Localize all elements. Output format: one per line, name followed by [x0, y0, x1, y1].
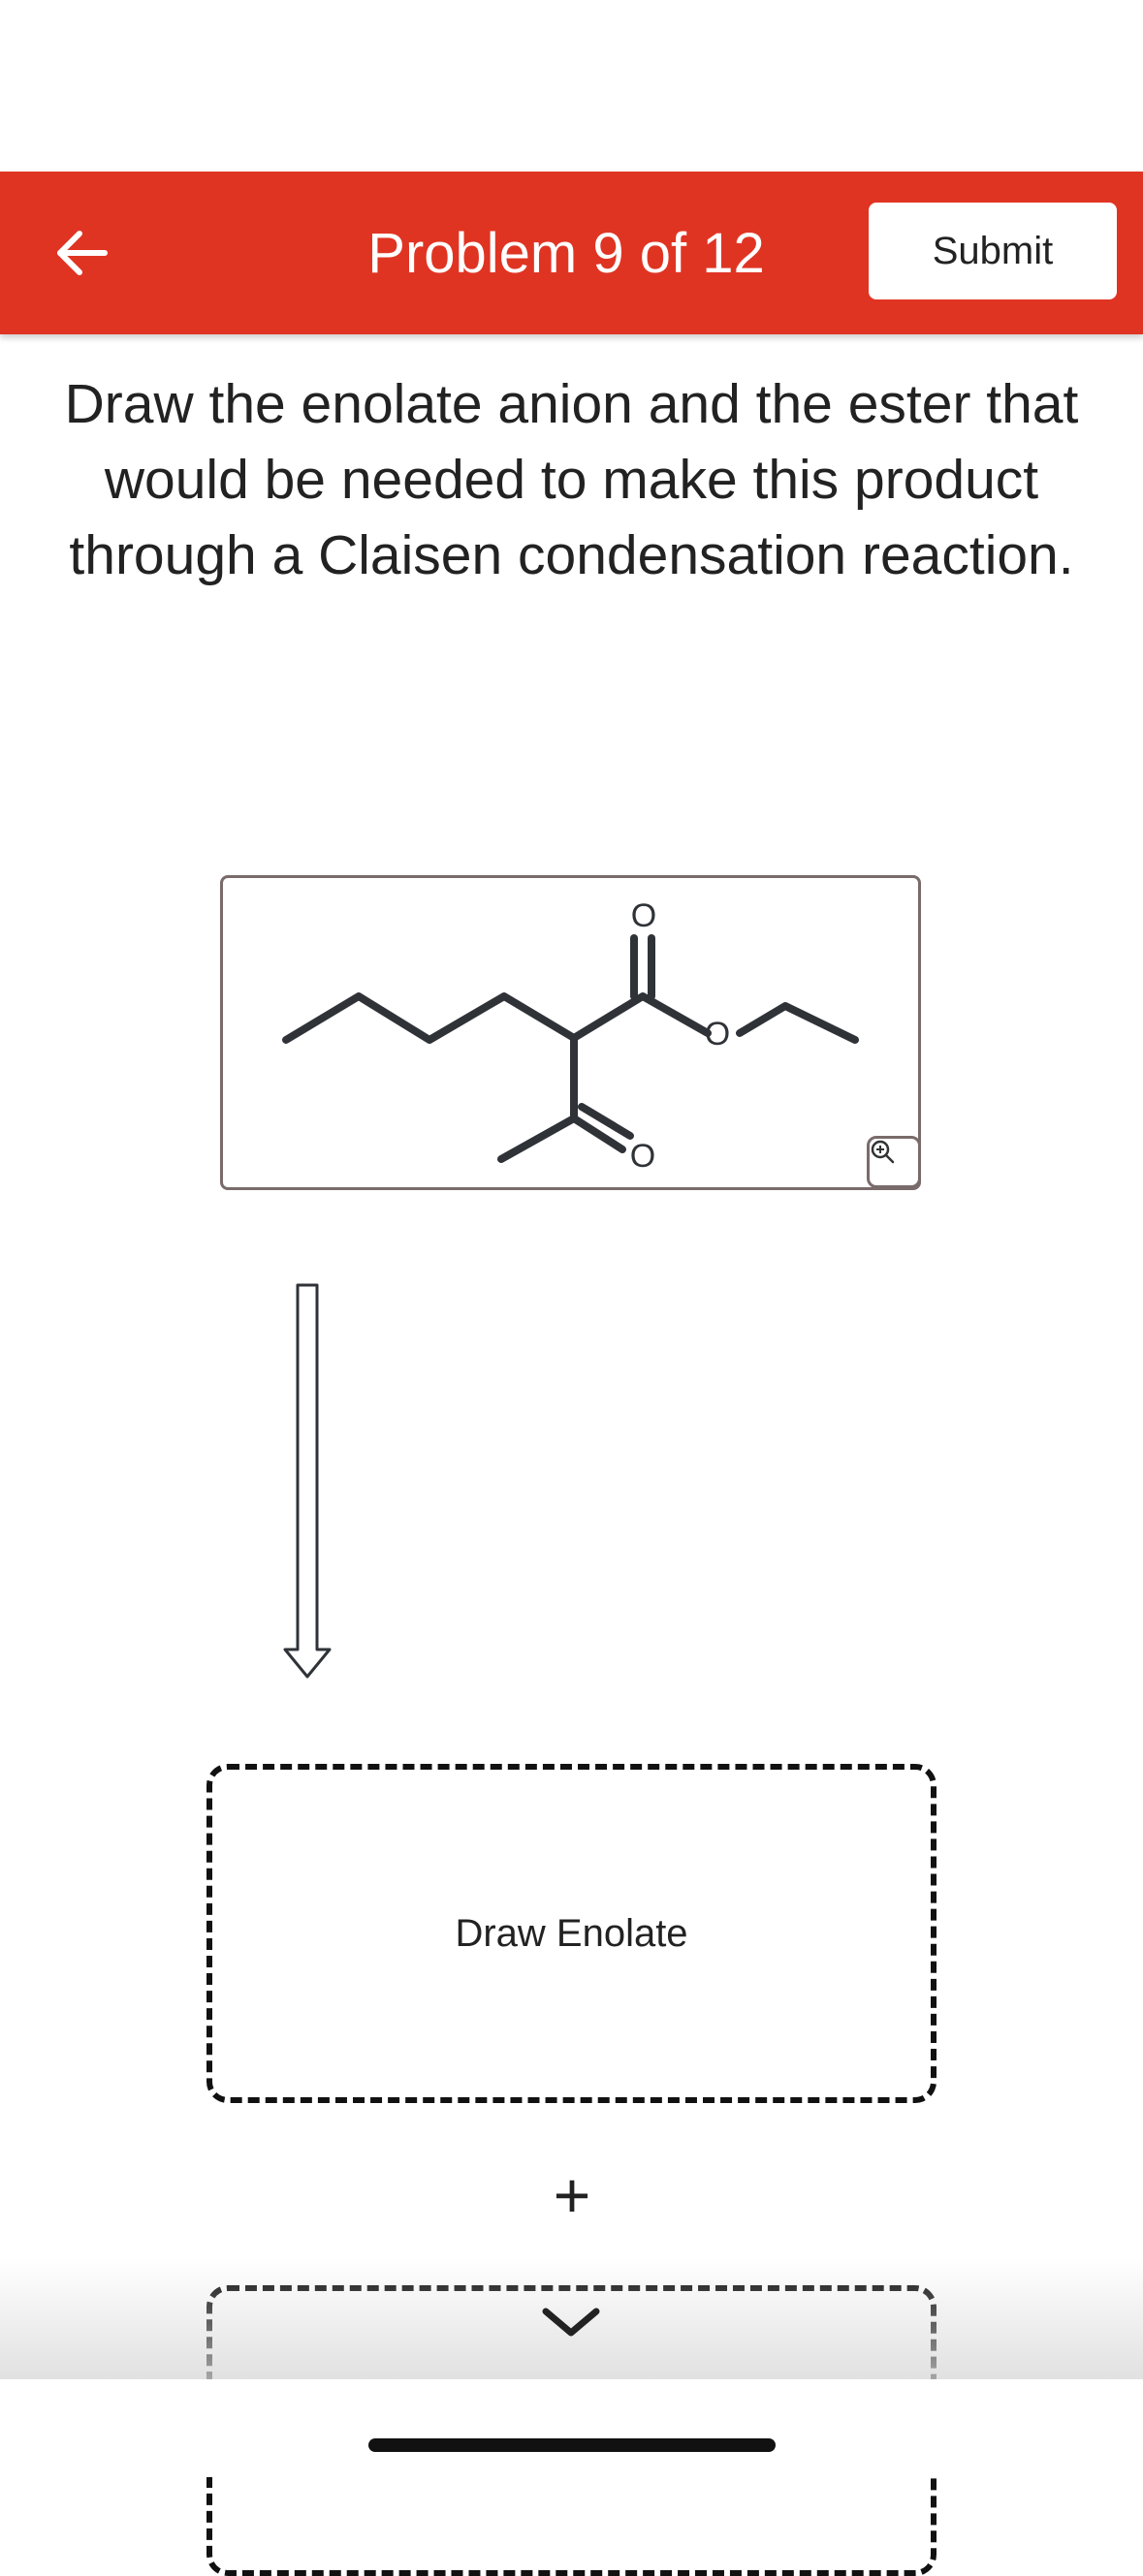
header-bar: Problem 9 of 12 Submit: [0, 172, 1143, 334]
back-button[interactable]: [43, 210, 120, 296]
question-text: Draw the enolate anion and the ester tha…: [64, 373, 1079, 586]
plus-sign: +: [553, 2159, 591, 2231]
home-indicator[interactable]: [368, 2438, 776, 2452]
draw-enolate-label: Draw Enolate: [455, 1911, 688, 1955]
product-molecule-drawing: O O O: [282, 897, 859, 1175]
bottom-safe-area: [0, 2379, 1143, 2477]
hollow-down-arrow-icon: [283, 1283, 332, 1679]
ketone-oxygen-label: O: [630, 1138, 655, 1175]
carbonyl-oxygen-label: O: [631, 897, 656, 934]
page-title: Problem 9 of 12: [367, 221, 765, 285]
submit-button[interactable]: Submit: [869, 203, 1117, 299]
draw-enolate-zone[interactable]: Draw Enolate: [206, 1764, 937, 2103]
chevron-down-icon: [542, 2308, 600, 2337]
zoom-button[interactable]: [867, 1136, 921, 1188]
ester-oxygen-label: O: [705, 1016, 730, 1052]
arrow-left-icon: [57, 231, 108, 275]
zoom-in-icon: [871, 1140, 895, 1164]
product-structure-panel: O O O: [220, 875, 921, 1190]
scroll-down-button[interactable]: [538, 2302, 604, 2342]
